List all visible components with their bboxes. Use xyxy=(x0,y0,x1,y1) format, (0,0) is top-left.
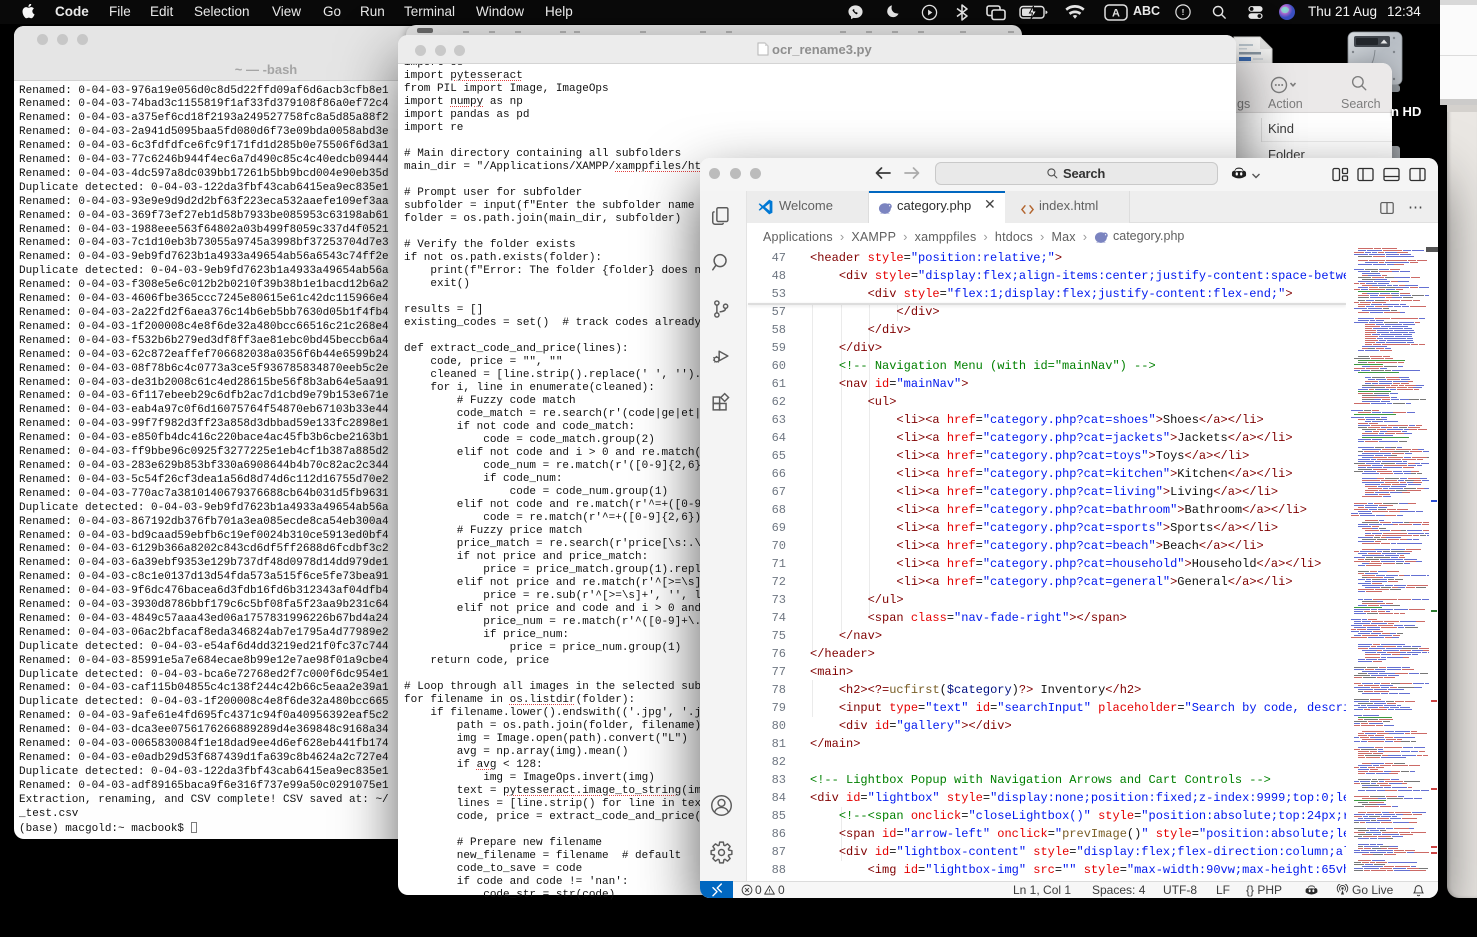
svg-text:!: ! xyxy=(1182,8,1185,17)
svg-text:A: A xyxy=(1112,8,1120,20)
